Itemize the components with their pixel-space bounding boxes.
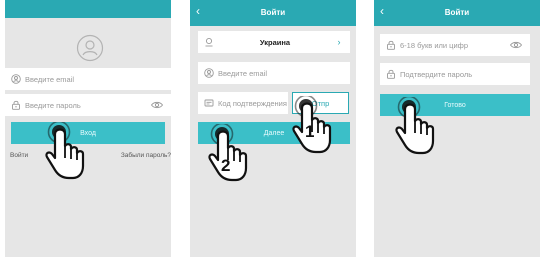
- new-password-field[interactable]: 6-18 букв или цифр: [380, 34, 530, 56]
- step-2-number: 2: [221, 156, 231, 175]
- country-value: Украина: [259, 37, 291, 47]
- page-title: Войти: [444, 8, 470, 17]
- tap-hand-icon: [395, 97, 435, 155]
- status-bar: [5, 0, 171, 18]
- country-selector[interactable]: Украина ›: [198, 31, 350, 53]
- email-placeholder: Введите email: [25, 74, 75, 84]
- code-placeholder: Код подтверждения: [218, 98, 287, 108]
- user-icon: [204, 68, 214, 78]
- eye-icon[interactable]: [151, 101, 163, 109]
- page-title: Войти: [260, 8, 286, 17]
- nav-bar: ‹ Войти: [374, 0, 540, 26]
- confirm-password-field[interactable]: Подтвердите пароль: [380, 63, 530, 85]
- code-field[interactable]: Код подтверждения: [198, 92, 288, 114]
- forgot-password-link[interactable]: Забыли пароль?: [121, 152, 171, 159]
- verify-screen: ‹ Войти Украина › Введите email Код подт…: [190, 0, 356, 257]
- location-icon: [205, 37, 213, 47]
- eye-icon[interactable]: [510, 41, 522, 49]
- user-avatar-icon: [76, 34, 104, 62]
- password-placeholder: Введите пароль: [25, 100, 81, 110]
- lock-icon: [387, 40, 395, 50]
- email-placeholder: Введите email: [218, 68, 268, 78]
- user-icon: [11, 74, 21, 84]
- nav-bar: ‹ Войти: [190, 0, 356, 26]
- confirm-password-placeholder: Подтвердите пароль: [400, 69, 473, 79]
- login-button[interactable]: Вход: [11, 122, 165, 144]
- next-button-label: Далее: [263, 129, 285, 137]
- done-button-label: Готово: [444, 101, 466, 109]
- tap-hand-icon: [45, 122, 85, 180]
- card-icon: [204, 99, 214, 107]
- set-password-screen: ‹ Войти 6-18 букв или цифр Подтвердите п…: [374, 0, 540, 257]
- lock-icon: [387, 69, 395, 79]
- new-password-placeholder: 6-18 букв или цифр: [400, 40, 468, 50]
- chevron-right-icon: ›: [337, 37, 341, 47]
- login-screen: Введите email Введите пароль Вход Войти …: [5, 0, 171, 257]
- step-1-number: 1: [305, 122, 315, 141]
- email-field[interactable]: Введите email: [5, 68, 171, 90]
- email-field[interactable]: Введите email: [198, 62, 350, 84]
- signin-link[interactable]: Войти: [10, 152, 28, 159]
- password-field[interactable]: Введите пароль: [5, 94, 171, 116]
- lock-icon: [12, 100, 20, 110]
